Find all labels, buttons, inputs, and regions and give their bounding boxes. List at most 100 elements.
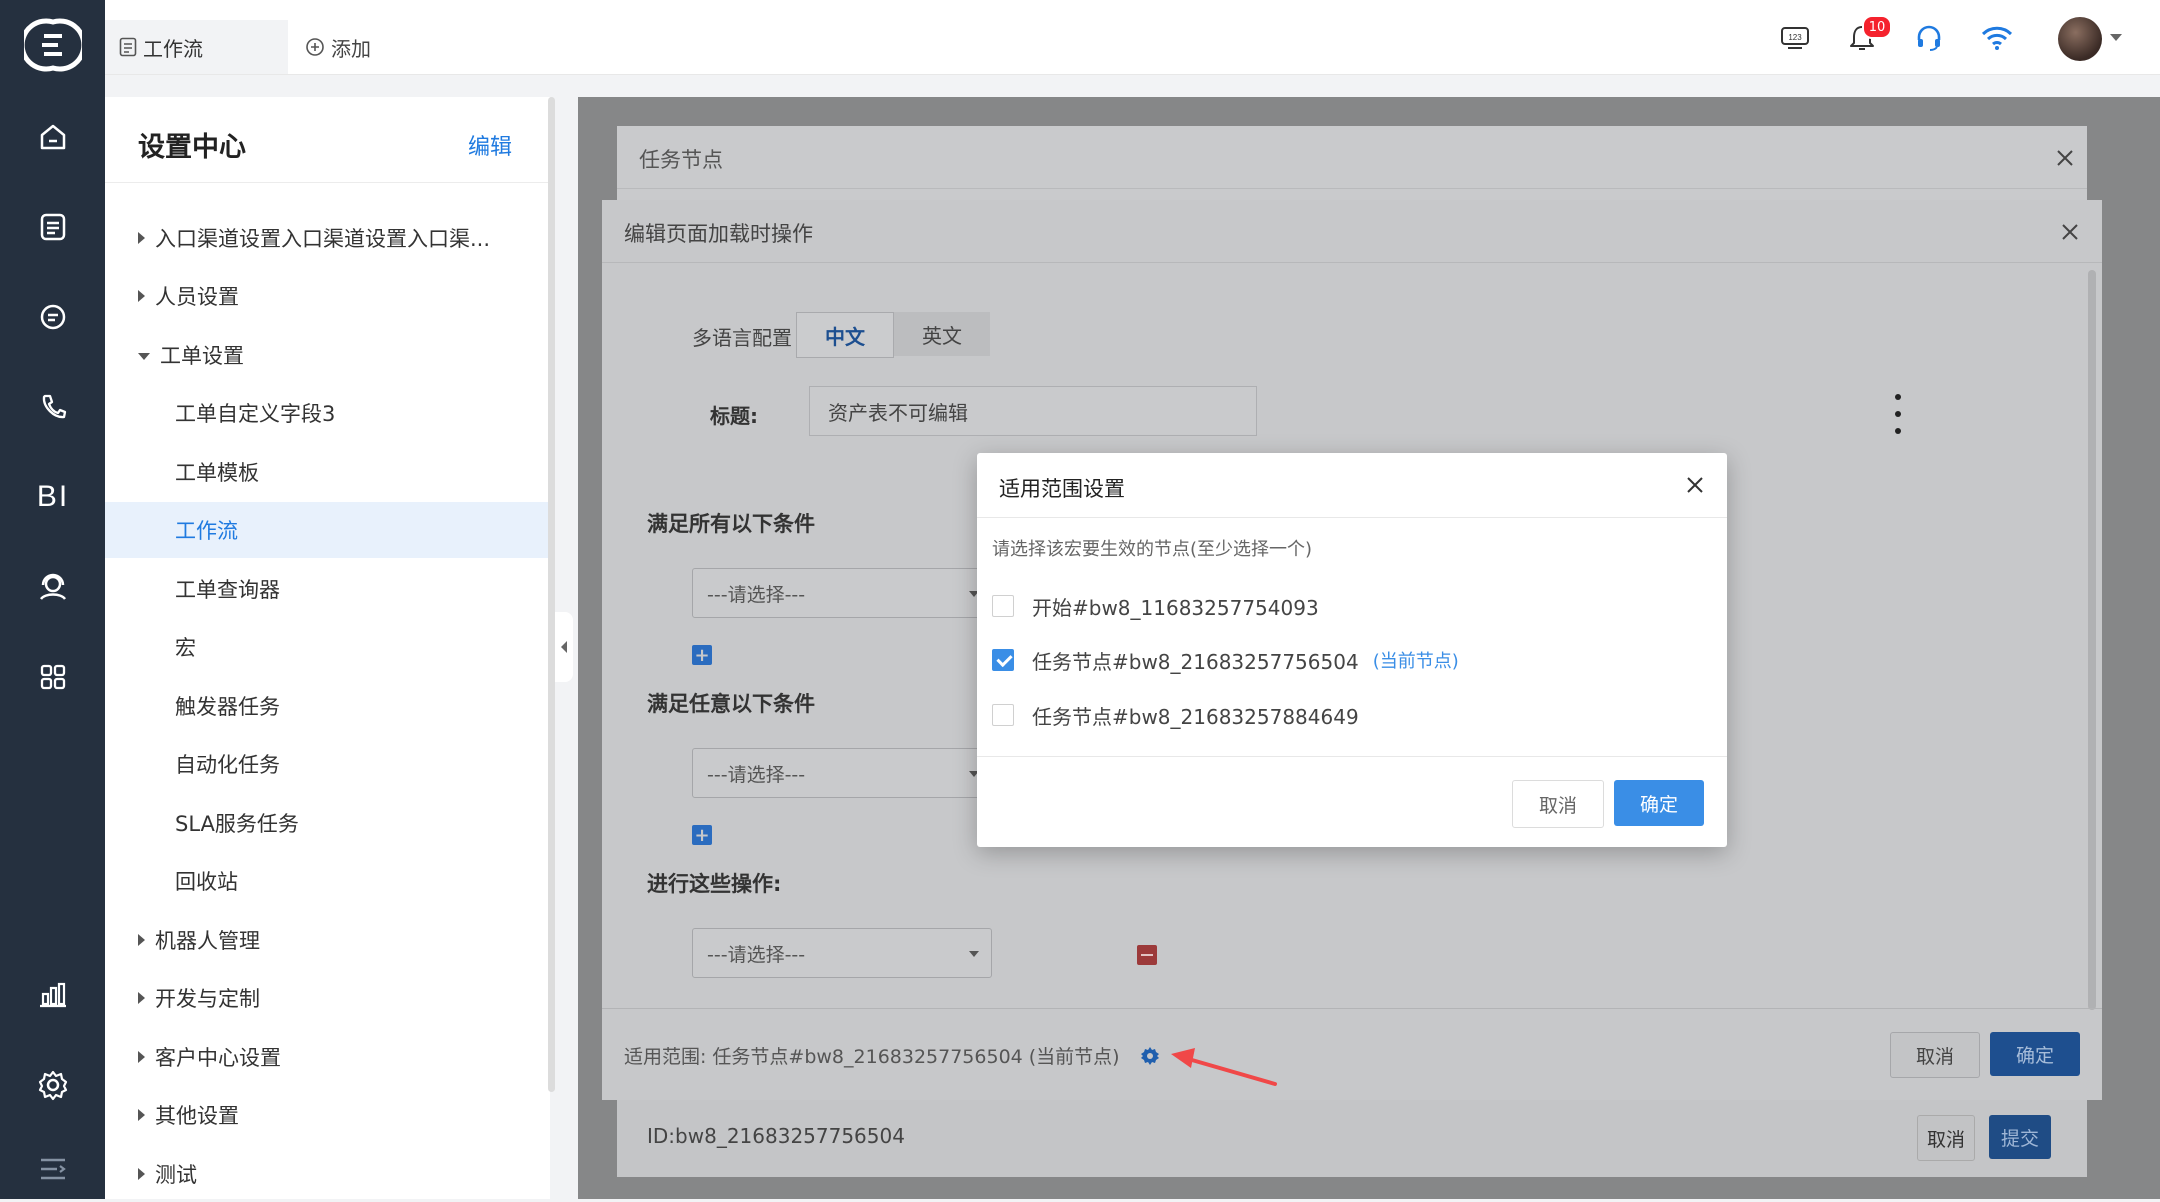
sidebar-item-other[interactable]: 其他设置: [105, 1087, 550, 1143]
sidebar-item-test[interactable]: 测试: [105, 1146, 550, 1202]
sidebar-item-label: 工单查询器: [175, 578, 280, 602]
tab-english[interactable]: 英文: [894, 312, 990, 356]
condition-any-select[interactable]: ---请选择---: [692, 748, 992, 798]
close-icon[interactable]: [1683, 473, 1707, 497]
scope-value: 任务节点#bw8_21683257756504: [712, 1046, 1023, 1068]
caret-down-icon: [138, 352, 150, 360]
report-chart-icon[interactable]: [30, 972, 76, 1018]
sidebar-item-ticket-query[interactable]: 工单查询器: [105, 561, 550, 617]
sidebar-item-label: 工单自定义字段3: [175, 402, 336, 426]
sidebar-item-label: 工单模板: [175, 461, 259, 485]
sidebar-item-entry-channel[interactable]: 入口渠道设置入口渠道设置入口渠...: [105, 210, 550, 266]
sidebar-item-staff[interactable]: 人员设置: [105, 268, 550, 324]
action-select[interactable]: ---请选择---: [692, 928, 992, 978]
lang-config-label: 多语言配置: [692, 326, 792, 350]
phone-icon[interactable]: [30, 384, 76, 430]
edit-modal-cancel-button[interactable]: 取消: [1890, 1032, 1980, 1078]
task-node-cancel-button[interactable]: 取消: [1917, 1115, 1975, 1161]
node-option[interactable]: 任务节点#bw8_21683257884649: [992, 700, 1359, 730]
node-option-label: 任务节点#bw8_21683257756504: [1032, 649, 1359, 674]
headset-icon[interactable]: [1909, 18, 1949, 58]
select-value: ---请选择---: [707, 943, 806, 966]
caret-right-icon: [138, 1051, 145, 1063]
sidebar-item-label: 回收站: [175, 870, 238, 894]
tab-chinese[interactable]: 中文: [796, 312, 894, 358]
scope-dialog-cancel-button[interactable]: 取消: [1512, 780, 1604, 828]
sidebar-item-sla-task[interactable]: SLA服务任务: [105, 795, 550, 851]
remove-action-button[interactable]: [1137, 945, 1157, 965]
sidebar-item-dev-custom[interactable]: 开发与定制: [105, 970, 550, 1026]
ticket-list-icon[interactable]: [30, 204, 76, 250]
sidebar-item-ticket-settings[interactable]: 工单设置: [105, 327, 550, 383]
sidebar-title: 设置中心: [138, 132, 246, 163]
sidebar-item-ticket-template[interactable]: 工单模板: [105, 444, 550, 500]
sidebar-edit-link[interactable]: 编辑: [468, 129, 512, 161]
more-vertical-icon[interactable]: [1888, 394, 1908, 434]
menu-collapse-icon[interactable]: [30, 1146, 76, 1192]
title-input[interactable]: 资产表不可编辑: [809, 386, 1257, 436]
add-tab-label: 添加: [331, 36, 371, 61]
sidebar-item-customer-center[interactable]: 客户中心设置: [105, 1029, 550, 1085]
sidebar-item-recycle-bin[interactable]: 回收站: [105, 853, 550, 909]
app-rail: BI: [0, 0, 105, 1199]
edit-modal-header: [602, 200, 2102, 263]
node-option[interactable]: 开始#bw8_11683257754093: [992, 591, 1319, 621]
sidebar-item-label: 开发与定制: [155, 987, 260, 1011]
bi-icon[interactable]: BI: [30, 474, 76, 520]
sidebar-item-workflow[interactable]: 工作流: [105, 502, 550, 558]
section-any-conditions: 满足任意以下条件: [647, 692, 815, 716]
checkbox[interactable]: [992, 704, 1014, 726]
task-node-submit-button[interactable]: 提交: [1989, 1115, 2051, 1159]
customer-service-icon[interactable]: [30, 564, 76, 610]
tab-workflow[interactable]: 工作流: [105, 20, 288, 74]
svg-text:123: 123: [1788, 33, 1802, 42]
sidebar-item-trigger-task[interactable]: 触发器任务: [105, 678, 550, 734]
add-condition-all-button[interactable]: +: [692, 645, 712, 666]
edit-modal-ok-button[interactable]: 确定: [1990, 1032, 2080, 1076]
task-node-id: ID:bw8_21683257756504: [647, 1124, 905, 1148]
home-icon[interactable]: [30, 114, 76, 160]
settings-gear-icon[interactable]: [30, 1062, 76, 1108]
condition-all-select[interactable]: ---请选择---: [692, 568, 992, 618]
edit-modal-scrollbar[interactable]: [2088, 270, 2096, 1010]
sidebar-item-label: 机器人管理: [155, 929, 260, 953]
sidebar-scrollbar[interactable]: [548, 97, 555, 1092]
sidebar-item-label: 客户中心设置: [155, 1046, 281, 1070]
wifi-icon[interactable]: [1977, 18, 2017, 58]
checkbox[interactable]: [992, 595, 1014, 617]
close-icon[interactable]: [2060, 222, 2080, 242]
sidebar-item-automation-task[interactable]: 自动化任务: [105, 736, 550, 792]
sidebar-item-macro[interactable]: 宏: [105, 619, 550, 675]
apps-grid-icon[interactable]: [30, 654, 76, 700]
chevron-down-icon[interactable]: [2110, 34, 2122, 41]
select-value: ---请选择---: [707, 763, 806, 786]
checkbox-checked[interactable]: [992, 649, 1014, 671]
caret-right-icon: [138, 290, 145, 302]
scope-summary: 适用范围: 任务节点#bw8_21683257756504 (当前节点): [624, 1042, 1160, 1069]
scope-dialog-hint: 请选择该宏要生效的节点(至少选择一个): [992, 539, 1313, 560]
sidebar-item-robot[interactable]: 机器人管理: [105, 912, 550, 968]
keypad-icon[interactable]: 123: [1775, 18, 1815, 58]
add-condition-any-button[interactable]: +: [692, 825, 712, 846]
chat-icon[interactable]: [30, 294, 76, 340]
notification-badge: 10: [1862, 15, 1892, 39]
current-node-tag: (当前节点): [1372, 651, 1459, 672]
caret-right-icon: [138, 934, 145, 946]
scope-dialog-ok-button[interactable]: 确定: [1614, 780, 1704, 826]
sidebar-item-custom-fields[interactable]: 工单自定义字段3: [105, 385, 550, 441]
node-option[interactable]: 任务节点#bw8_21683257756504 (当前节点): [992, 645, 1459, 675]
avatar[interactable]: [2058, 17, 2102, 61]
app-logo-icon[interactable]: [24, 18, 82, 72]
close-icon[interactable]: [2055, 148, 2075, 168]
sidebar-divider: [105, 182, 550, 183]
add-tab-button[interactable]: 添加: [305, 20, 371, 74]
scope-settings-dialog: 适用范围设置 请选择该宏要生效的节点(至少选择一个) 开始#bw8_116832…: [977, 453, 1727, 847]
caret-right-icon: [138, 992, 145, 1004]
scope-dialog-title: 适用范围设置: [999, 477, 1125, 501]
sidebar-collapse-handle[interactable]: [555, 612, 573, 682]
scope-settings-gear-icon[interactable]: [1140, 1046, 1160, 1066]
plus-circle-icon: [306, 38, 324, 56]
caret-right-icon: [138, 1109, 145, 1121]
sidebar-item-label: 触发器任务: [175, 695, 280, 719]
section-all-conditions: 满足所有以下条件: [647, 512, 815, 536]
